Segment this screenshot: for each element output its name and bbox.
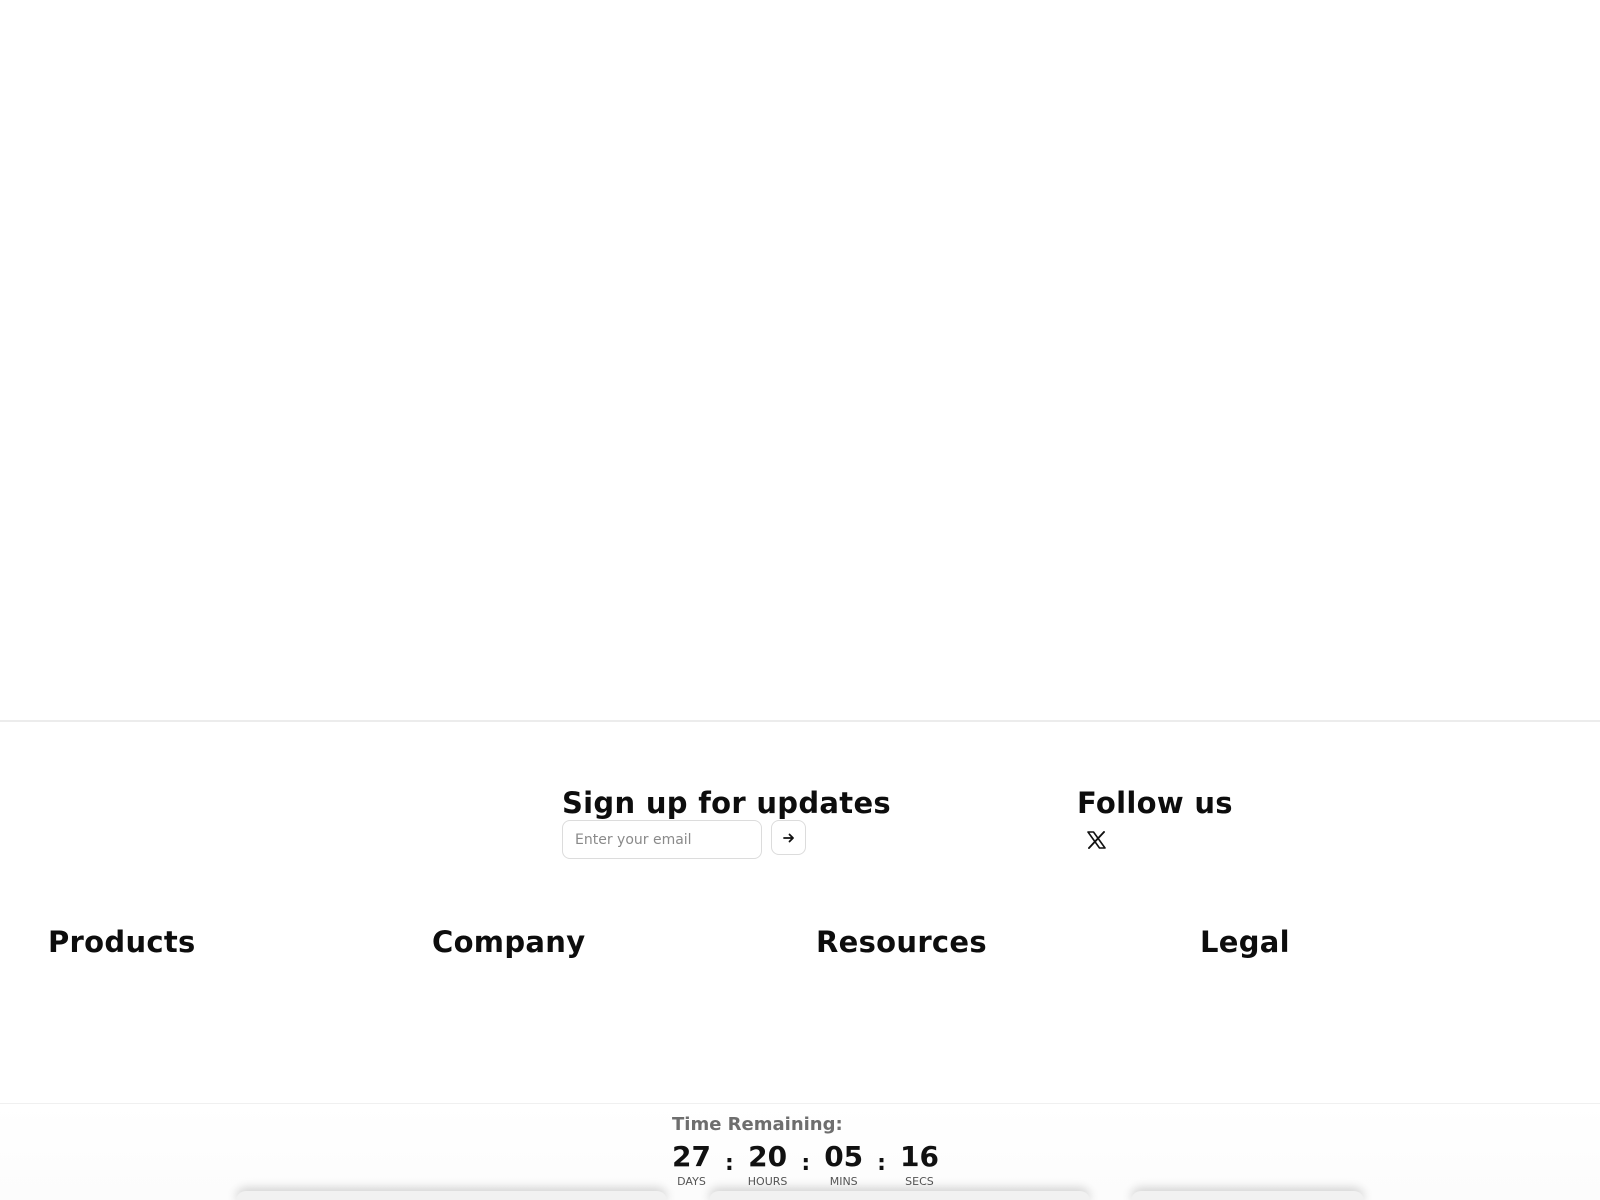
follow-us: Follow us bbox=[1077, 786, 1233, 853]
mins-label: MINS bbox=[829, 1175, 858, 1188]
hours-label: HOURS bbox=[747, 1175, 788, 1188]
mins-value: 05 bbox=[824, 1140, 864, 1173]
email-input[interactable] bbox=[562, 820, 762, 859]
footer-column-products: Products bbox=[48, 925, 196, 959]
secs-value: 16 bbox=[899, 1140, 939, 1173]
footer-column-legal: Legal bbox=[1200, 925, 1290, 959]
countdown-bar: Time Remaining: 27 DAYS : 20 HOURS : 05 … bbox=[0, 1103, 1600, 1200]
footer-column-resources: Resources bbox=[816, 925, 987, 959]
days-label: DAYS bbox=[677, 1175, 706, 1188]
timer-units: 27 DAYS : 20 HOURS : 05 MINS : 16 SECS bbox=[672, 1140, 939, 1189]
newsletter-signup: Sign up for updates bbox=[562, 786, 891, 859]
x-social-link[interactable] bbox=[1085, 829, 1107, 851]
countdown-label: Time Remaining: bbox=[672, 1114, 843, 1135]
days-value: 27 bbox=[672, 1140, 711, 1173]
page: Sign up for updates Follow us Produc bbox=[0, 0, 1600, 1200]
submit-email-button[interactable] bbox=[771, 820, 806, 855]
countdown-timer: Time Remaining: 27 DAYS : 20 HOURS : 05 … bbox=[672, 1114, 939, 1188]
timer-separator: : bbox=[877, 1151, 886, 1176]
timer-mins: 05 MINS bbox=[824, 1140, 864, 1189]
signup-heading: Sign up for updates bbox=[562, 786, 891, 820]
hours-value: 20 bbox=[748, 1140, 788, 1173]
promo-card-stub[interactable] bbox=[709, 1191, 1090, 1200]
timer-days: 27 DAYS bbox=[672, 1140, 711, 1189]
timer-hours: 20 HOURS bbox=[747, 1140, 788, 1189]
footer-column-company: Company bbox=[432, 925, 586, 959]
follow-heading: Follow us bbox=[1077, 786, 1233, 820]
site-footer: Sign up for updates Follow us Produc bbox=[0, 720, 1600, 1103]
timer-separator: : bbox=[724, 1151, 734, 1176]
promo-card-stub[interactable] bbox=[236, 1191, 667, 1200]
secs-label: SECS bbox=[905, 1175, 934, 1188]
timer-secs: 16 SECS bbox=[899, 1140, 939, 1189]
timer-separator: : bbox=[801, 1151, 811, 1176]
footer-columns: Products Company Resources Legal bbox=[48, 925, 1568, 965]
x-logo-icon bbox=[1086, 831, 1106, 849]
promo-card-stub[interactable] bbox=[1131, 1191, 1364, 1200]
signup-form bbox=[562, 820, 891, 859]
arrow-right-icon bbox=[782, 833, 794, 842]
